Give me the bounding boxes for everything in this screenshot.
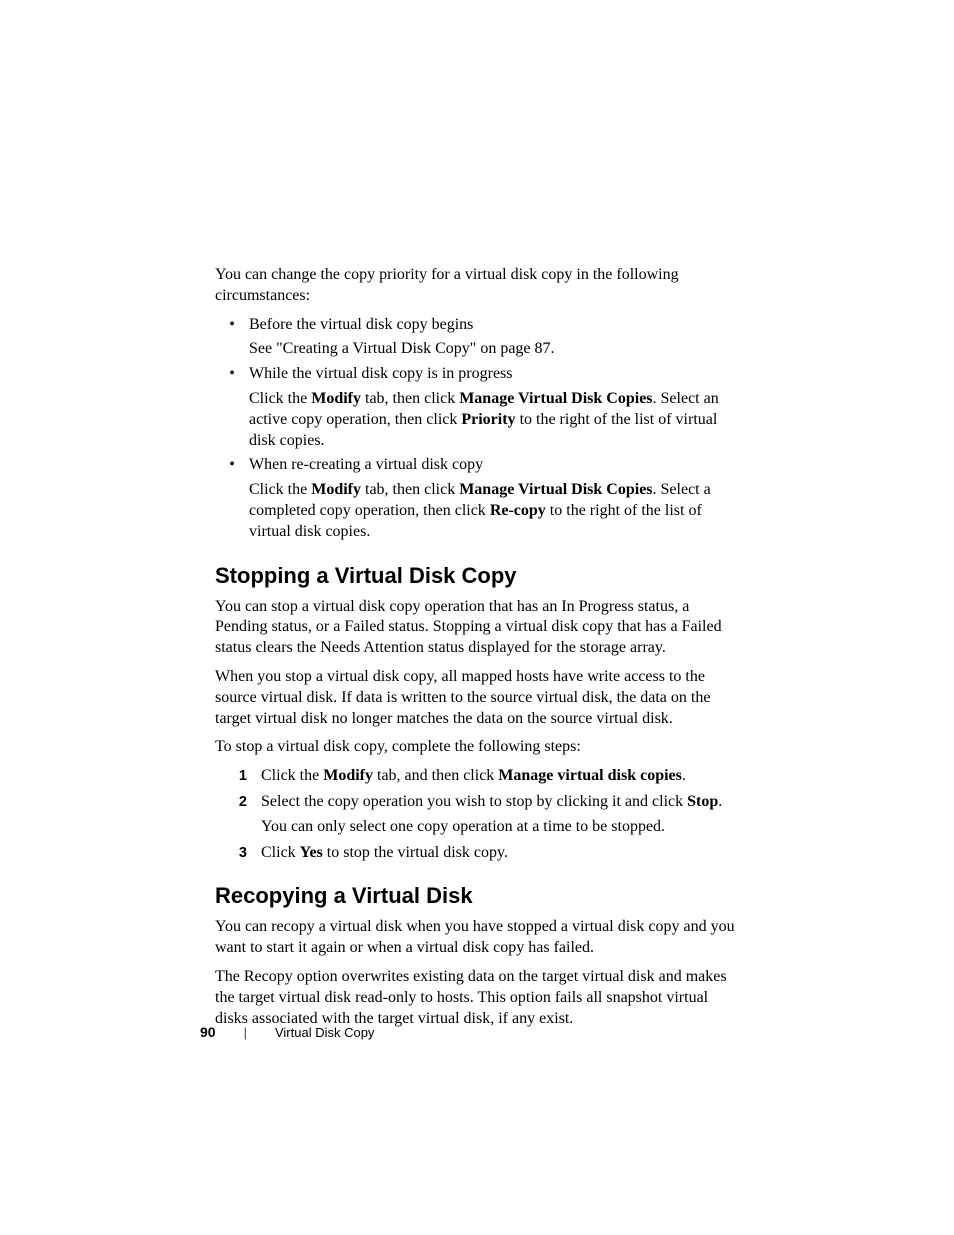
numbered-list: 1 Click the Modify tab, and then click M… bbox=[215, 766, 739, 863]
bold-text: Modify bbox=[323, 767, 373, 784]
text: . bbox=[682, 767, 686, 784]
text: Click the bbox=[261, 767, 323, 784]
bullet-sub: Click the Modify tab, then click Manage … bbox=[249, 389, 739, 451]
bullet-list: • Before the virtual disk copy begins Se… bbox=[215, 315, 739, 543]
bullet-item: • When re-creating a virtual disk copy C… bbox=[215, 455, 739, 542]
text: tab, and then click bbox=[373, 767, 498, 784]
bold-text: Yes bbox=[300, 844, 323, 861]
numbered-item: 3 Click Yes to stop the virtual disk cop… bbox=[215, 843, 739, 864]
text: Select the copy operation you wish to st… bbox=[261, 793, 687, 810]
paragraph: To stop a virtual disk copy, complete th… bbox=[215, 737, 739, 758]
text: Click bbox=[261, 844, 300, 861]
text: to stop the virtual disk copy. bbox=[323, 844, 508, 861]
paragraph: You can recopy a virtual disk when you h… bbox=[215, 917, 739, 959]
bold-text: Modify bbox=[311, 390, 361, 407]
footer-separator: | bbox=[244, 1025, 247, 1040]
bold-text: Manage Virtual Disk Copies bbox=[459, 390, 652, 407]
bold-text: Stop bbox=[687, 793, 718, 810]
bold-text: Manage virtual disk copies bbox=[498, 767, 682, 784]
heading-recopying: Recopying a Virtual Disk bbox=[215, 883, 739, 909]
numbered-item: 2 Select the copy operation you wish to … bbox=[215, 792, 739, 838]
step-body: Click Yes to stop the virtual disk copy. bbox=[261, 843, 739, 864]
page-number: 90 bbox=[200, 1024, 216, 1040]
bold-text: Priority bbox=[461, 411, 515, 428]
bullet-body: While the virtual disk copy is in progre… bbox=[249, 364, 739, 451]
text: . bbox=[718, 793, 722, 810]
step-body: Select the copy operation you wish to st… bbox=[261, 792, 739, 838]
step-number: 2 bbox=[215, 792, 261, 838]
bullet-marker: • bbox=[215, 315, 249, 361]
page-footer: 90 | Virtual Disk Copy bbox=[200, 1024, 374, 1040]
step-number: 1 bbox=[215, 766, 261, 787]
paragraph: The Recopy option overwrites existing da… bbox=[215, 967, 739, 1029]
bullet-sub: See "Creating a Virtual Disk Copy" on pa… bbox=[249, 339, 739, 360]
text: tab, then click bbox=[361, 481, 459, 498]
bold-text: Re-copy bbox=[490, 502, 546, 519]
text: Click the bbox=[249, 481, 311, 498]
bullet-title: Before the virtual disk copy begins bbox=[249, 315, 739, 336]
paragraph: When you stop a virtual disk copy, all m… bbox=[215, 667, 739, 729]
bullet-body: Before the virtual disk copy begins See … bbox=[249, 315, 739, 361]
bold-text: Manage Virtual Disk Copies bbox=[459, 481, 652, 498]
bullet-body: When re-creating a virtual disk copy Cli… bbox=[249, 455, 739, 542]
step-number: 3 bbox=[215, 843, 261, 864]
bullet-title: While the virtual disk copy is in progre… bbox=[249, 364, 739, 385]
heading-stopping: Stopping a Virtual Disk Copy bbox=[215, 563, 739, 589]
numbered-item: 1 Click the Modify tab, and then click M… bbox=[215, 766, 739, 787]
footer-section-name: Virtual Disk Copy bbox=[275, 1025, 374, 1040]
bullet-item: • Before the virtual disk copy begins Se… bbox=[215, 315, 739, 361]
step-body: Click the Modify tab, and then click Man… bbox=[261, 766, 739, 787]
step-sub: You can only select one copy operation a… bbox=[261, 817, 739, 838]
intro-paragraph: You can change the copy priority for a v… bbox=[215, 265, 739, 307]
bullet-sub: Click the Modify tab, then click Manage … bbox=[249, 480, 739, 542]
bullet-marker: • bbox=[215, 455, 249, 542]
bullet-marker: • bbox=[215, 364, 249, 451]
text: tab, then click bbox=[361, 390, 459, 407]
page-content: You can change the copy priority for a v… bbox=[0, 0, 954, 1029]
bold-text: Modify bbox=[311, 481, 361, 498]
text: Click the bbox=[249, 390, 311, 407]
bullet-item: • While the virtual disk copy is in prog… bbox=[215, 364, 739, 451]
bullet-title: When re-creating a virtual disk copy bbox=[249, 455, 739, 476]
paragraph: You can stop a virtual disk copy operati… bbox=[215, 597, 739, 659]
